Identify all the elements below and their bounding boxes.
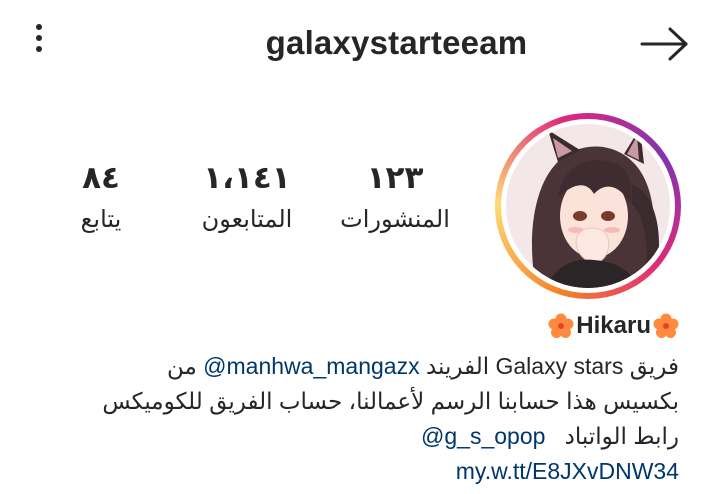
stat-followers[interactable]: ١،١٤١ المتابعون: [182, 158, 312, 236]
bio-line-2: بكسيس هذا حسابنا الرسم لأعمالنا، حساب ال…: [102, 387, 679, 414]
bio-line-1: فريق Galaxy stars الفريند @manhwa_mangaz…: [166, 352, 679, 379]
bio-line-4: my.w.tt/E8JXvDNW34: [39, 454, 679, 489]
profile-avatar[interactable]: [495, 113, 681, 299]
following-count: ٨٤: [82, 160, 120, 195]
display-name: Hikaru: [548, 308, 679, 343]
hibiscus-icon: [548, 313, 574, 338]
stat-following[interactable]: ٨٤ يتابع: [36, 158, 166, 236]
profile-bio: Hikaru فريق Galaxy stars الفريند @manhwa…: [39, 308, 679, 489]
followers-label: المتابعون: [201, 206, 293, 233]
top-bar: galaxystarteeam: [0, 0, 713, 88]
username-title: galaxystarteeam: [265, 24, 528, 61]
hibiscus-icon: [653, 313, 679, 338]
avatar-image: [506, 124, 670, 288]
bio-name-line: Hikaru: [39, 308, 679, 349]
mention-g-s-opop[interactable]: @g_s_opop: [421, 423, 545, 449]
followers-count: ١،١٤١: [203, 160, 291, 195]
posts-label: المنشورات: [340, 206, 450, 233]
stat-posts[interactable]: ١٢٣ المنشورات: [330, 158, 460, 236]
arrow-right-icon[interactable]: [636, 24, 694, 64]
posts-count: ١٢٣: [366, 160, 424, 195]
mention-manhwa-mangazx[interactable]: @manhwa_mangazx: [203, 353, 419, 379]
bio-line-3: رابط الواتباد @g_s_opop: [421, 422, 679, 449]
bio-link[interactable]: my.w.tt/E8JXvDNW34: [456, 458, 679, 484]
following-label: يتابع: [80, 206, 122, 233]
